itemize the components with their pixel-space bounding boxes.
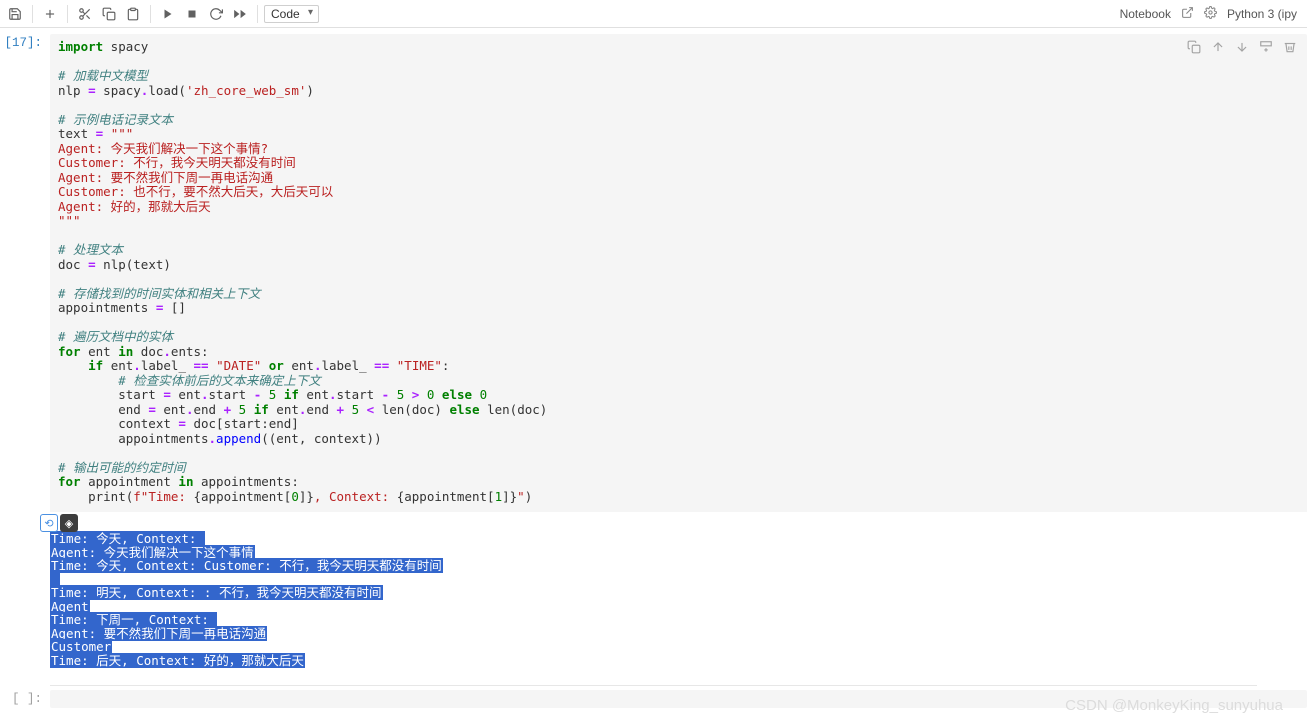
move-up-button[interactable] — [1209, 38, 1227, 56]
stop-button[interactable] — [181, 3, 203, 25]
delete-cell-button[interactable] — [1281, 38, 1299, 56]
run-button[interactable] — [157, 3, 179, 25]
output-side-buttons: ⟲ ◈ — [40, 514, 78, 532]
add-cell-button[interactable] — [39, 3, 61, 25]
insert-above-button[interactable] — [1257, 38, 1275, 56]
code-editor[interactable]: import spacy # 加载中文模型 nlp = spacy.load('… — [50, 34, 1307, 512]
toolbar-left: Code — [4, 3, 319, 25]
output-body: ⟲ ◈ Time: 今天, Context: Agent: 今天我们解决一下这个… — [50, 514, 1307, 675]
empty-cell-body — [50, 690, 1307, 708]
output-text[interactable]: Time: 今天, Context: Agent: 今天我们解决一下这个事情 T… — [50, 528, 1307, 675]
restart-button[interactable] — [205, 3, 227, 25]
cell-toolbar — [1185, 38, 1299, 56]
settings-icon[interactable] — [1204, 6, 1217, 22]
copy-button[interactable] — [98, 3, 120, 25]
notebook-label: Notebook — [1120, 7, 1171, 21]
cell-type-select-wrap: Code — [264, 5, 319, 23]
output-row: ⟲ ◈ Time: 今天, Context: Agent: 今天我们解决一下这个… — [0, 512, 1307, 675]
open-external-icon[interactable] — [1181, 6, 1194, 22]
empty-cell-row: [ ]: — [0, 686, 1307, 716]
toolbar-divider — [150, 5, 151, 23]
notebook-toolbar: Code Notebook Python 3 (ipy — [0, 0, 1307, 28]
code-cell-body: import spacy # 加载中文模型 nlp = spacy.load('… — [50, 34, 1307, 512]
paste-button[interactable] — [122, 3, 144, 25]
toolbar-divider — [32, 5, 33, 23]
assist-button-blue[interactable]: ⟲ — [40, 514, 58, 532]
toolbar-divider — [67, 5, 68, 23]
empty-prompt: [ ]: — [0, 692, 50, 708]
duplicate-cell-button[interactable] — [1185, 38, 1203, 56]
toolbar-divider — [257, 5, 258, 23]
move-down-button[interactable] — [1233, 38, 1251, 56]
cut-button[interactable] — [74, 3, 96, 25]
assist-button-dark[interactable]: ◈ — [60, 514, 78, 532]
toolbar-right: Notebook Python 3 (ipy — [1120, 6, 1303, 22]
code-cell-row: [17]: import spacy # 加载中文模型 nlp = spacy.… — [0, 28, 1307, 512]
empty-code-editor[interactable] — [50, 690, 1307, 708]
save-button[interactable] — [4, 3, 26, 25]
cell-type-select[interactable]: Code — [264, 5, 319, 23]
output-prompt — [0, 516, 50, 675]
execution-count-prompt: [17]: — [0, 36, 50, 512]
kernel-label: Python 3 (ipy — [1227, 7, 1297, 21]
fast-forward-button[interactable] — [229, 3, 251, 25]
